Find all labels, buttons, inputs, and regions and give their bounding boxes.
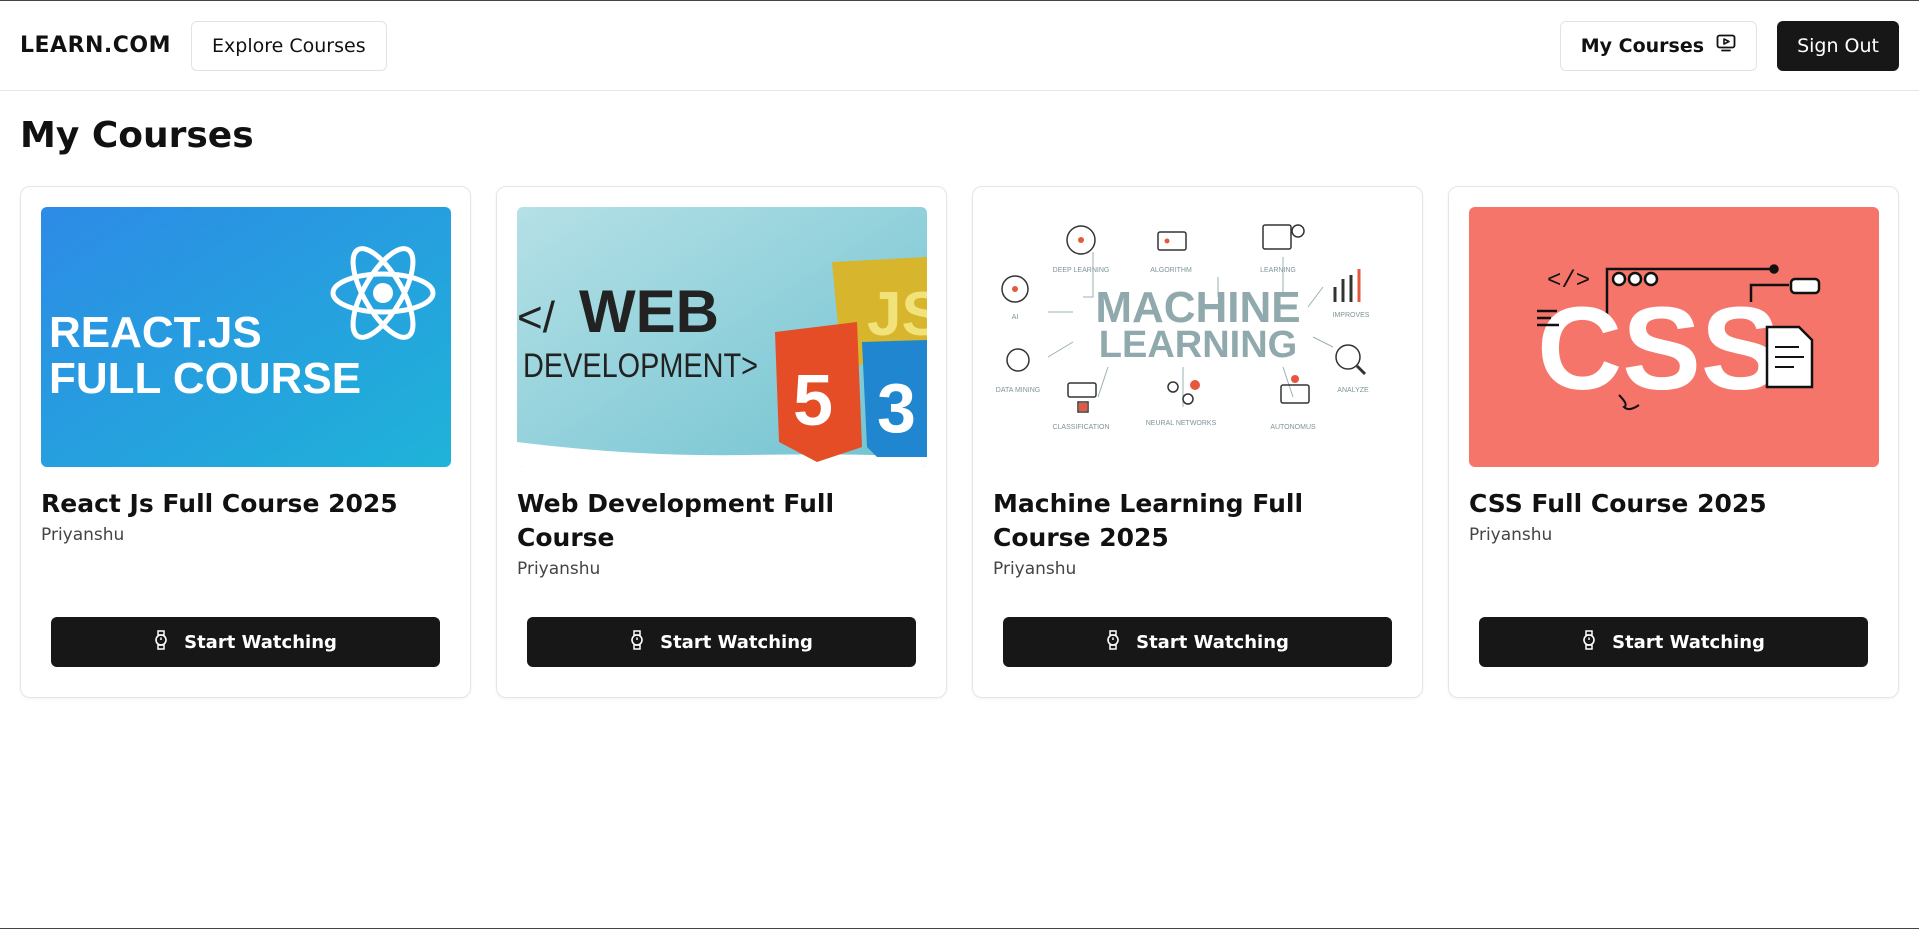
svg-text:AI: AI <box>1012 314 1019 321</box>
start-watching-label: Start Watching <box>184 631 337 653</box>
watch-icon <box>1106 629 1120 655</box>
thumb-text-web: WEB <box>579 278 719 345</box>
thumb-text-learning: LEARNING <box>1099 324 1297 366</box>
course-author: Priyanshu <box>41 525 125 545</box>
watch-icon <box>154 629 168 655</box>
svg-text:3: 3 <box>877 369 916 447</box>
svg-text:JS: JS <box>867 280 927 349</box>
video-play-icon <box>1716 34 1736 57</box>
thumb-text-line1: REACT.JS <box>49 308 262 357</box>
svg-text:AUTONOMUS: AUTONOMUS <box>1270 424 1316 431</box>
thumb-text-development: DEVELOPMENT> <box>523 347 758 385</box>
svg-text:DEEP LEARNING: DEEP LEARNING <box>1053 267 1110 274</box>
start-watching-label: Start Watching <box>660 631 813 653</box>
course-thumbnail-webdev[interactable]: </ WEB DEVELOPMENT> JS 5 3 <box>517 207 927 467</box>
course-thumbnail-css[interactable]: </> CSS <box>1469 207 1879 467</box>
html5-badge-icon: 5 <box>775 322 862 462</box>
nav-left: LEARN.COM Explore Courses <box>20 20 387 71</box>
svg-text:LEARNING: LEARNING <box>1260 267 1296 274</box>
start-watching-button[interactable]: Start Watching <box>51 617 440 667</box>
svg-text:CLASSIFICATION: CLASSIFICATION <box>1052 424 1109 431</box>
navbar: LEARN.COM Explore Courses My Courses Sig… <box>0 1 1919 91</box>
start-watching-button[interactable]: Start Watching <box>1003 617 1392 667</box>
my-courses-button[interactable]: My Courses <box>1559 20 1758 71</box>
svg-text:IMPROVES: IMPROVES <box>1333 312 1370 319</box>
course-title[interactable]: Web Development Full Course <box>517 487 926 555</box>
course-thumbnail-react[interactable]: REACT.JS FULL COURSE <box>41 207 451 467</box>
svg-text:ALGORITHM: ALGORITHM <box>1150 267 1192 274</box>
start-watching-button[interactable]: Start Watching <box>1479 617 1868 667</box>
course-thumbnail-ml[interactable]: MACHINE LEARNING DEEP LEARNING ALGORITHM… <box>993 207 1403 467</box>
explore-courses-label: Explore Courses <box>212 34 366 57</box>
start-watching-label: Start Watching <box>1136 631 1289 653</box>
thumb-text-line2: FULL COURSE <box>49 354 361 403</box>
thumb-text-bracket: </ <box>517 293 556 342</box>
course-author: Priyanshu <box>1469 525 1553 545</box>
sign-out-button[interactable]: Sign Out <box>1777 20 1899 71</box>
courses-grid: REACT.JS FULL COURSE React Js Full Cours… <box>0 186 1919 698</box>
document-icon <box>1765 325 1814 389</box>
course-author: Priyanshu <box>993 559 1077 579</box>
start-watching-label: Start Watching <box>1612 631 1765 653</box>
course-author: Priyanshu <box>517 559 601 579</box>
svg-text:NEURAL NETWORKS: NEURAL NETWORKS <box>1146 420 1217 427</box>
thumb-text-css: CSS <box>1537 283 1780 415</box>
my-courses-label: My Courses <box>1580 34 1705 57</box>
svg-text:DATA MINING: DATA MINING <box>996 387 1040 394</box>
watch-icon <box>1582 629 1596 655</box>
svg-text:ANALYZE: ANALYZE <box>1337 387 1369 394</box>
course-card: </ WEB DEVELOPMENT> JS 5 3 Web Developme… <box>496 186 947 698</box>
svg-text:5: 5 <box>793 361 833 441</box>
explore-courses-button[interactable]: Explore Courses <box>191 20 387 71</box>
course-title[interactable]: CSS Full Course 2025 <box>1469 487 1878 521</box>
nav-right: My Courses Sign Out <box>1559 20 1899 71</box>
course-title[interactable]: React Js Full Course 2025 <box>41 487 450 521</box>
site-logo[interactable]: LEARN.COM <box>20 33 171 58</box>
sign-out-label: Sign Out <box>1797 34 1879 57</box>
course-card: MACHINE LEARNING DEEP LEARNING ALGORITHM… <box>972 186 1423 698</box>
start-watching-button[interactable]: Start Watching <box>527 617 916 667</box>
page-title: My Courses <box>20 115 254 156</box>
course-card: REACT.JS FULL COURSE React Js Full Cours… <box>20 186 471 698</box>
css3-badge-icon: 3 <box>862 340 927 457</box>
watch-icon <box>630 629 644 655</box>
course-card: </> CSS CSS Full Course 2025 Priyanshu S… <box>1448 186 1899 698</box>
course-title[interactable]: Machine Learning Full Course 2025 <box>993 487 1402 555</box>
